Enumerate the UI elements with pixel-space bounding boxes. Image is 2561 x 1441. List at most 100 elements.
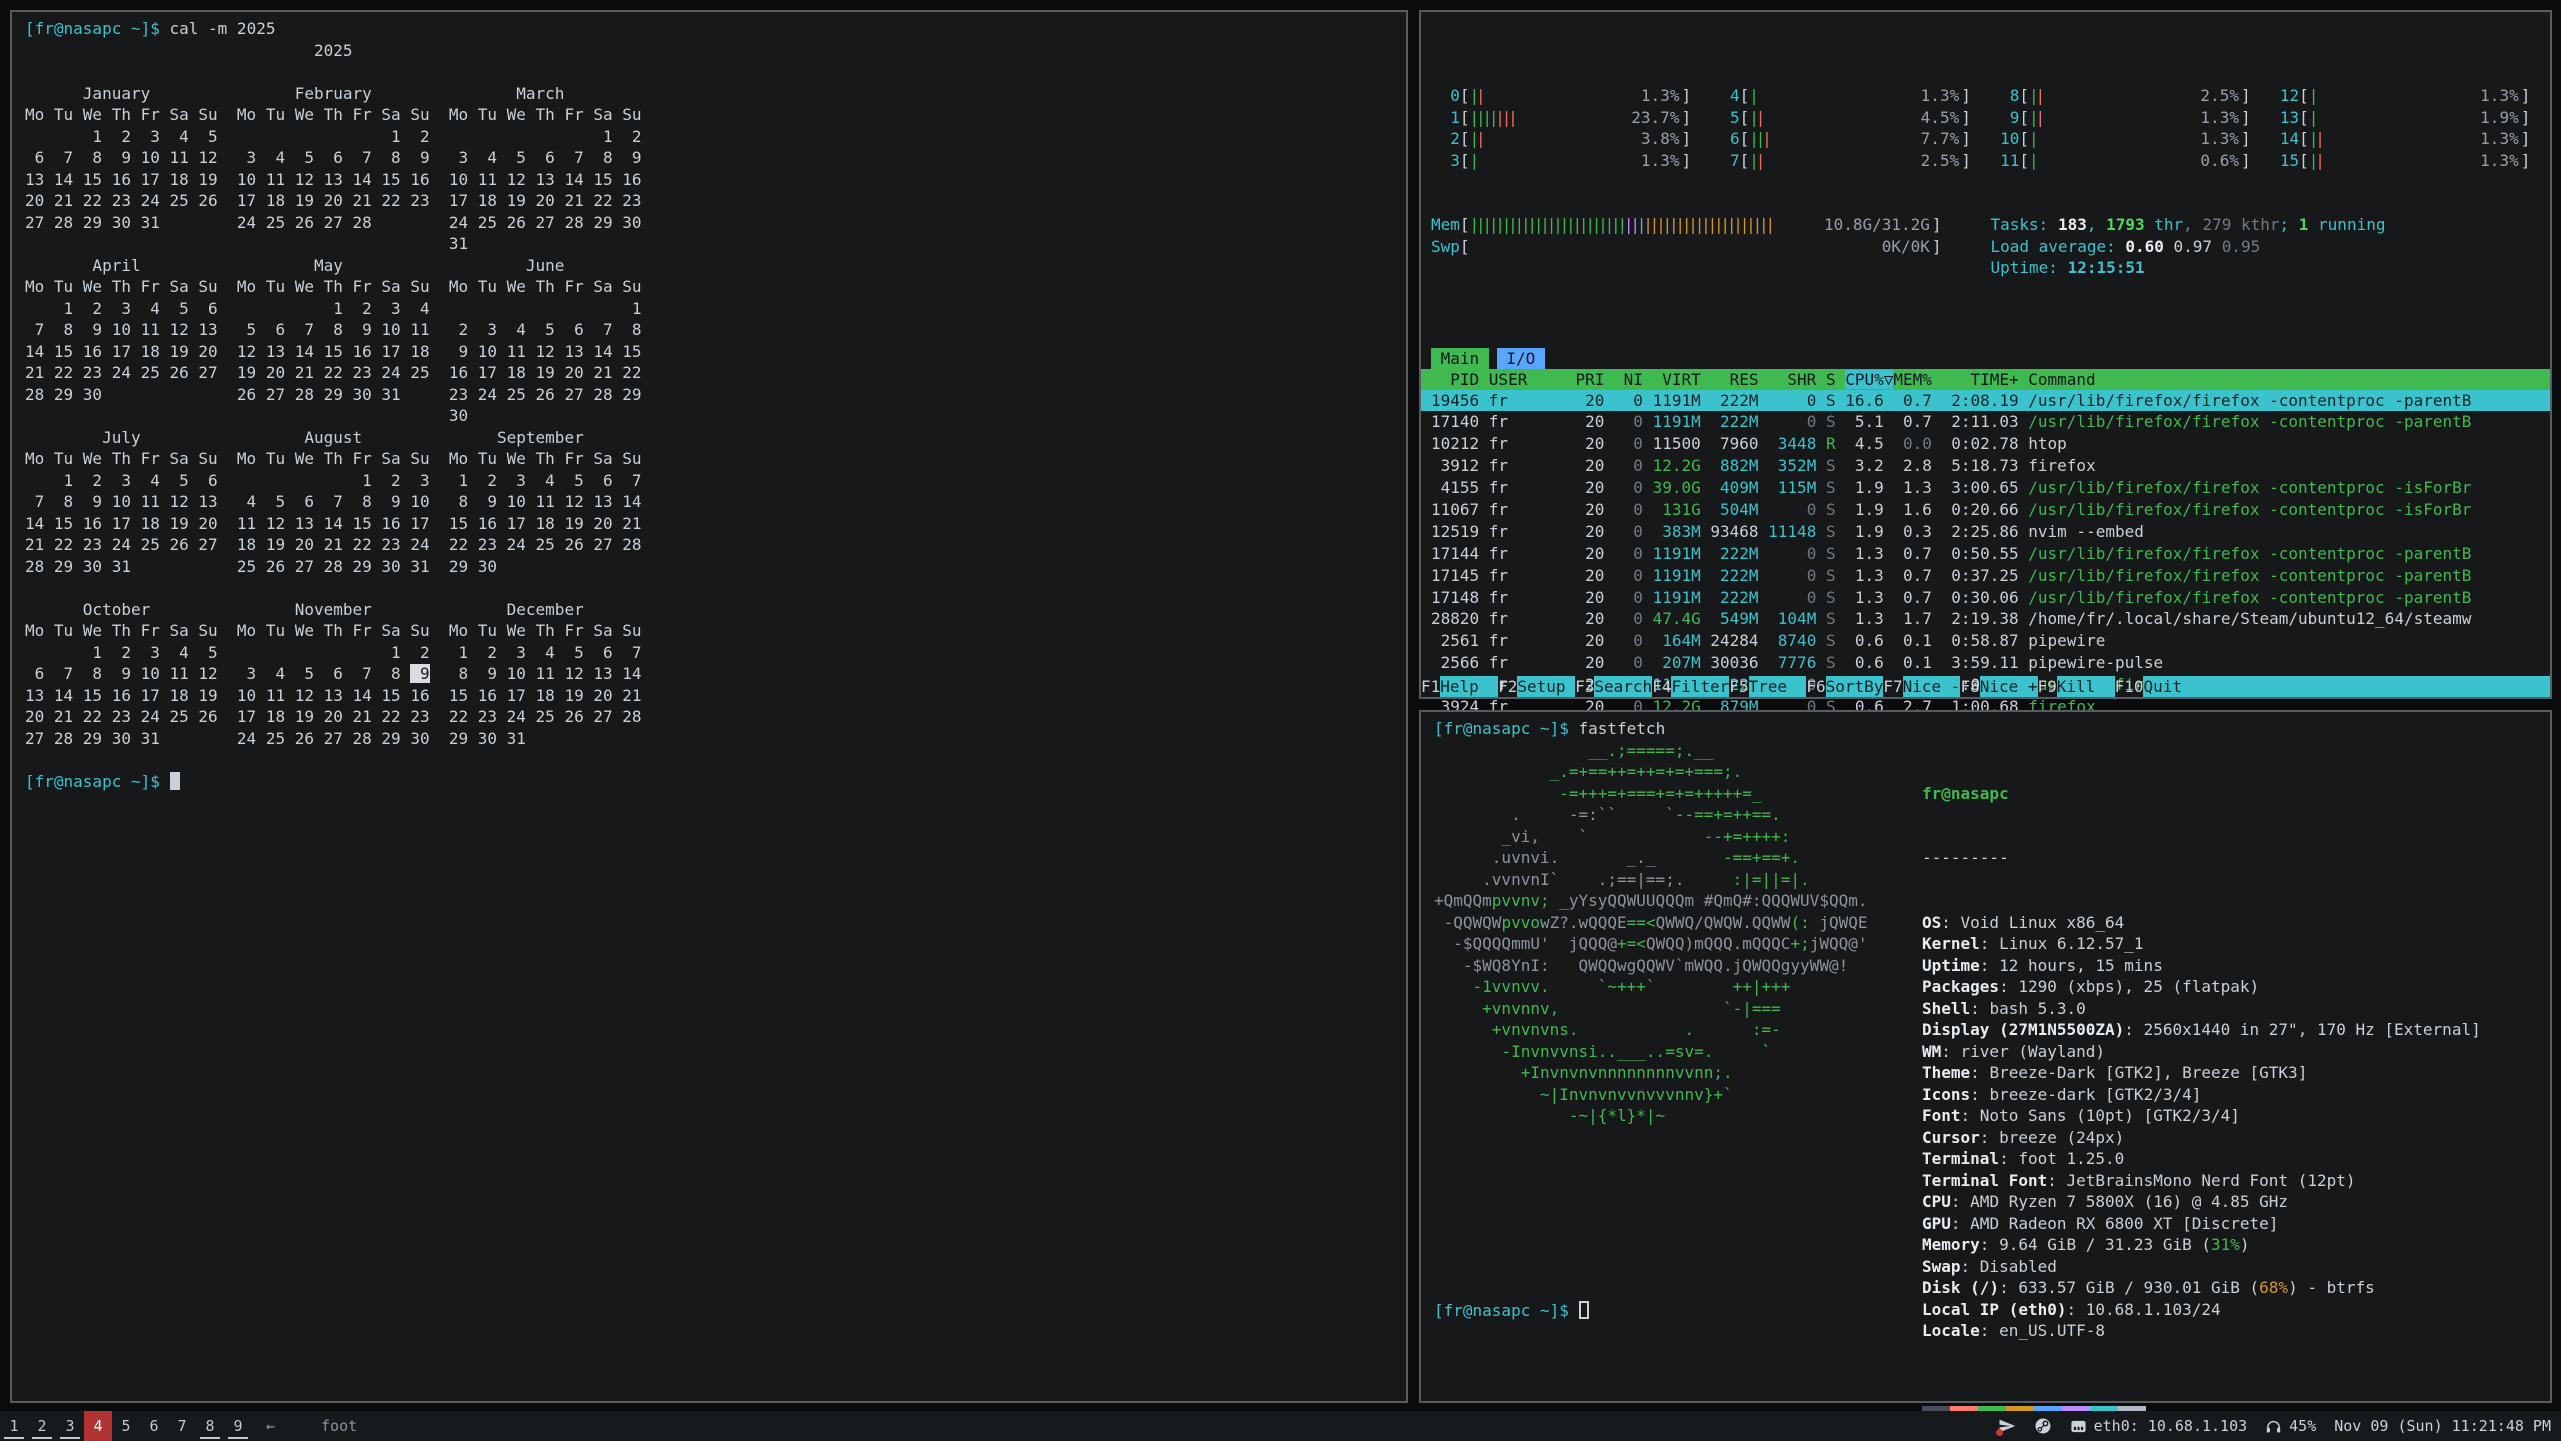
fastfetch-info-swap: Swap: Disabled — [1922, 1256, 2481, 1278]
steam-icon[interactable] — [2034, 1417, 2052, 1435]
workspace-tag-5[interactable]: 5 — [112, 1411, 140, 1441]
process-row[interactable]: 12519 fr 20 0 383M 93468 11148 S 1.9 0.3… — [1421, 521, 2550, 543]
htop-window[interactable]: 0[||1.3%] 1[|||||||23.7%] 2[||3.8%] 3[|1… — [1419, 10, 2552, 699]
fkey-search[interactable]: F3 — [1575, 676, 1594, 697]
workspace-tag-9[interactable]: 9 — [224, 1411, 252, 1441]
meter-9: 9[||1.3%] — [1991, 107, 2271, 129]
meter-14: 14[||1.3%] — [2270, 128, 2550, 150]
fastfetch-info-kernel: Kernel: Linux 6.12.57_1 — [1922, 933, 2481, 955]
calendar-output: 2025 January February March Mo Tu We Th … — [25, 40, 1406, 771]
fkey-label-sortby[interactable]: SortBy — [1826, 676, 1884, 697]
tab-io[interactable]: I/O — [1497, 348, 1545, 369]
fastfetch-info-packages: Packages: 1290 (xbps), 25 (flatpak) — [1922, 976, 2481, 998]
workspace-tag-8[interactable]: 8 — [196, 1411, 224, 1441]
fastfetch-info-column: fr@nasapc --------- OS: Void Linux x86_6… — [1922, 740, 2481, 1441]
terminal-calendar-window[interactable]: [fr@nasapc ~]$ cal -m 2025 2025 January … — [10, 10, 1408, 1403]
process-row[interactable]: 17148 fr 20 0 1191M 222M 0 S 1.3 0.7 0:3… — [1421, 587, 2550, 609]
workspace-tag-1[interactable]: 1 — [0, 1411, 28, 1441]
fkey-nice[interactable]: F7 — [1883, 676, 1902, 697]
fastfetch-info-wm: WM: river (Wayland) — [1922, 1041, 2481, 1063]
process-row-selected[interactable]: 19456 fr 20 0 1191M 222M 0 S 16.6 0.7 2:… — [1421, 390, 2550, 412]
shell-prompt-line: [fr@nasapc ~]$ cal -m 2025 — [25, 18, 1406, 40]
shell-prompt: [fr@nasapc ~]$ — [25, 19, 160, 38]
htop-function-key-bar: F1Help F2Setup F3SearchF4FilterF5Tree F6… — [1421, 676, 2550, 697]
process-row[interactable]: 17144 fr 20 0 1191M 222M 0 S 1.3 0.7 0:5… — [1421, 543, 2550, 565]
workspace-tag-2[interactable]: 2 — [28, 1411, 56, 1441]
meter-13: 13[|1.9%] — [2270, 107, 2550, 129]
fastfetch-info-terminal: Terminal: foot 1.25.0 — [1922, 1148, 2481, 1170]
fkey-help[interactable]: F1 — [1421, 676, 1440, 697]
fkey-label-tree[interactable]: Tree — [1749, 676, 1807, 697]
workspace-tag-3[interactable]: 3 — [56, 1411, 84, 1441]
fkey-setup[interactable]: F2 — [1498, 676, 1517, 697]
fkey-kill[interactable]: F9 — [2038, 676, 2057, 697]
fkey-label-nice[interactable]: Nice - — [1903, 676, 1961, 697]
status-bar: 123456789 ← foot eth0: 10.68.1.103 45% N… — [0, 1411, 2561, 1441]
fkey-label-filter[interactable]: Filter — [1671, 676, 1729, 697]
process-row[interactable]: 2561 fr 20 0 164M 24284 8740 S 0.6 0.1 0… — [1421, 630, 2550, 652]
fastfetch-info-local-ip-eth0-: Local IP (eth0): 10.68.1.103/24 — [1922, 1299, 2481, 1321]
meter-12: 12[|1.3%] — [2270, 85, 2550, 107]
telegram-icon[interactable] — [1998, 1417, 2016, 1435]
meter-8: 8[||2.5%] — [1991, 85, 2271, 107]
fastfetch-info-memory: Memory: 9.64 GiB / 31.23 GiB (31%) — [1922, 1234, 2481, 1256]
fkey-quit[interactable]: F10 — [2115, 676, 2144, 697]
cpu-meter-column-2: 4[|1.3%] 5[||4.5%] 6[|||7.7%] 7[||2.5%] — [1711, 85, 1991, 171]
meter-15: 15[||1.3%] — [2270, 150, 2550, 172]
network-module[interactable]: eth0: 10.68.1.103 — [2070, 1417, 2248, 1435]
process-row[interactable]: 4155 fr 20 0 39.0G 409M 115M S 1.9 1.3 3… — [1421, 477, 2550, 499]
cpu-meter-column-4: 12[|1.3%] 13[|1.9%] 14[||1.3%] 15[||1.3%… — [2270, 85, 2550, 171]
process-row[interactable]: 17140 fr 20 0 1191M 222M 0 S 5.1 0.7 2:1… — [1421, 411, 2550, 433]
process-row[interactable]: 17145 fr 20 0 1191M 222M 0 S 1.3 0.7 0:3… — [1421, 565, 2550, 587]
memory-swap-meters: Mem[||||||||||||||||||||||||||||||||||||… — [1431, 214, 1991, 257]
process-row[interactable]: 28820 fr 20 0 47.4G 549M 104M S 1.3 1.7 … — [1421, 608, 2550, 630]
ethernet-icon — [2070, 1418, 2087, 1435]
fastfetch-separator: --------- — [1922, 848, 2009, 867]
fkey-label-kill[interactable]: Kill — [2057, 676, 2115, 697]
workspace-tag-4[interactable]: 4 — [84, 1411, 112, 1441]
process-table-header[interactable]: PID USER PRI NI VIRT RES SHR S CPU%▽MEM%… — [1421, 369, 2550, 390]
fkey-sortby[interactable]: F6 — [1806, 676, 1825, 697]
process-row[interactable]: 2566 fr 20 0 207M 30036 7776 S 0.6 0.1 3… — [1421, 652, 2550, 674]
shell-prompt-line: [fr@nasapc ~]$ fastfetch — [1434, 718, 2550, 740]
fkey-filter[interactable]: F4 — [1652, 676, 1671, 697]
workspace-tag-6[interactable]: 6 — [140, 1411, 168, 1441]
process-row[interactable]: 11067 fr 20 0 131G 504M 0 S 1.9 1.6 0:20… — [1421, 499, 2550, 521]
process-row[interactable]: 10212 fr 20 0 11500 7960 3448 R 4.5 0.0 … — [1421, 433, 2550, 455]
network-label: eth0: 10.68.1.103 — [2094, 1417, 2248, 1435]
process-row[interactable]: 3912 fr 20 0 12.2G 882M 352M S 3.2 2.8 5… — [1421, 455, 2550, 477]
fastfetch-info-rows: OS: Void Linux x86_64Kernel: Linux 6.12.… — [1922, 912, 2481, 1342]
meter-3: 3[|1.3%] — [1431, 150, 1711, 172]
fastfetch-info-shell: Shell: bash 5.3.0 — [1922, 998, 2481, 1020]
telegram-notification-dot — [1996, 1429, 2003, 1436]
fkey-label-quit[interactable]: Quit — [2143, 676, 2201, 697]
volume-level: 45% — [2289, 1417, 2316, 1435]
fastfetch-user-host: fr@nasapc — [1922, 784, 2009, 803]
tab-main[interactable]: Main — [1431, 348, 1489, 369]
fastfetch-info-display-27m1n5500za-: Display (27M1N5500ZA): 2560x1440 in 27",… — [1922, 1019, 2481, 1041]
fkey-label-setup[interactable]: Setup — [1517, 676, 1575, 697]
meter-1: 1[|||||||23.7%] — [1431, 107, 1711, 129]
fastfetch-info-cpu: CPU: AMD Ryzen 7 5800X (16) @ 4.85 GHz — [1922, 1191, 2481, 1213]
cpu-meter-column-1: 0[||1.3%] 1[|||||||23.7%] 2[||3.8%] 3[|1… — [1431, 85, 1711, 171]
meter-2: 2[||3.8%] — [1431, 128, 1711, 150]
fastfetch-info-os: OS: Void Linux x86_64 — [1922, 912, 2481, 934]
calendar-today: 9 — [410, 664, 429, 683]
fastfetch-info-icons: Icons: breeze-dark [GTK2/3/4] — [1922, 1084, 2481, 1106]
volume-module[interactable]: 45% — [2265, 1417, 2316, 1435]
focused-window-title: foot — [321, 1417, 357, 1435]
fkey-label-search[interactable]: Search — [1594, 676, 1652, 697]
fkey-tree[interactable]: F5 — [1729, 676, 1748, 697]
fastfetch-output: __.;=====;.__ _.=+==++=++=+=+===;. -=+++… — [1434, 740, 2550, 1300]
workspace-tag-7[interactable]: 7 — [168, 1411, 196, 1441]
terminal-fastfetch-window[interactable]: [fr@nasapc ~]$ fastfetch __.;=====;.__ _… — [1419, 710, 2552, 1403]
shell-prompt-line-2: [fr@nasapc ~]$ — [25, 771, 1406, 793]
fastfetch-info-locale: Locale: en_US.UTF-8 — [1922, 1320, 2481, 1342]
meter-7: 7[||2.5%] — [1711, 150, 1991, 172]
meter-4: 4[|1.3%] — [1711, 85, 1991, 107]
fkey-label-nice[interactable]: Nice + — [1980, 676, 2038, 697]
fkey-nice[interactable]: F8 — [1960, 676, 1979, 697]
status-bar-modules: eth0: 10.68.1.103 45% Nov 09 (Sun) 11:21… — [1998, 1417, 2561, 1435]
fkey-label-help[interactable]: Help — [1440, 676, 1498, 697]
meter-10: 10[|1.3%] — [1991, 128, 2271, 150]
